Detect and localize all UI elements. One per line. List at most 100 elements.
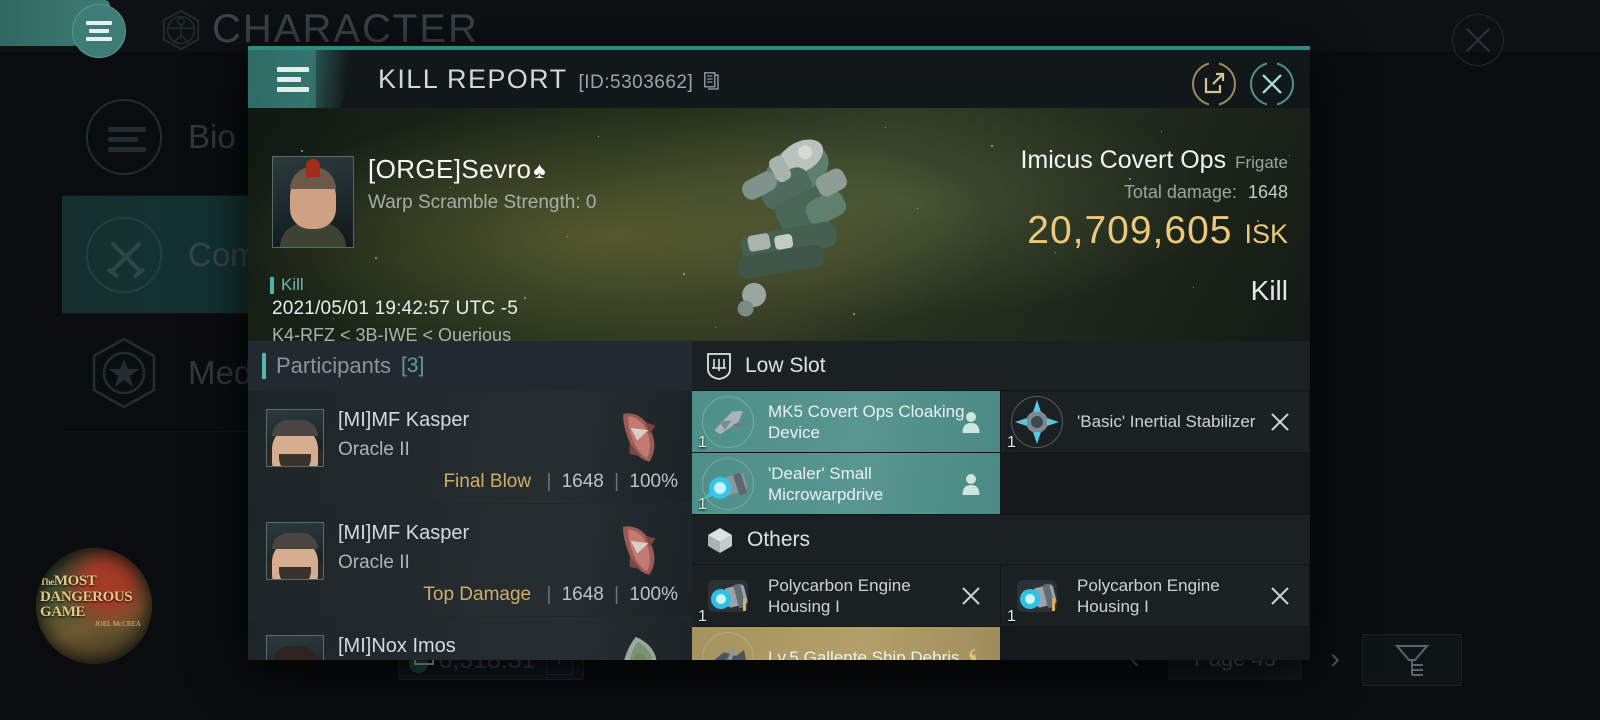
list-item[interactable]: 1 Polycarbon Engine Housing I	[1001, 565, 1310, 627]
participant-face-art	[267, 410, 323, 466]
total-damage-label: Total damage:	[1123, 182, 1237, 202]
item-name: Polycarbon Engine Housing I	[1077, 575, 1220, 616]
participant-portrait[interactable]: ★	[266, 635, 324, 660]
section-header-low-slot: Low Slot	[692, 341, 1310, 391]
participant-percent: 100%	[629, 584, 678, 605]
copy-icon[interactable]	[704, 71, 719, 90]
item-name: 'Dealer' Small Microwarpdrive	[768, 463, 884, 504]
participant-ship: Oracle II	[338, 439, 410, 460]
avatar-watermark-credit: JOEL McCREA	[95, 620, 141, 628]
participant-portrait[interactable]	[266, 409, 324, 467]
participant-stats: Final Blow | 1648 | 100%	[443, 471, 678, 492]
participant-tag: Top Damage	[423, 584, 532, 605]
hamburger-bar	[277, 86, 309, 92]
victim-ship-name: Imicus Covert Ops	[1020, 146, 1227, 174]
item-quantity: 1	[1007, 433, 1016, 451]
participants-header-bar	[262, 353, 266, 379]
close-button-ring	[1250, 61, 1294, 107]
victim-portrait[interactable]	[272, 156, 354, 248]
victim-ship-class: Frigate	[1235, 153, 1288, 172]
table-row[interactable]: ★ [MI]Nox Imos Vexor Navy Issue	[248, 617, 692, 660]
participants-panel: Participants [3] [MI]MF Kasper Oracle II	[248, 341, 692, 660]
avatar[interactable]: TheMOST DANGEROUS GAME JOEL McCREA	[36, 548, 152, 664]
next-page-button[interactable]: ›	[1320, 642, 1350, 676]
participant-name: [MI]MF Kasper	[338, 522, 470, 544]
participant-portrait[interactable]	[266, 522, 324, 580]
background-close-icon[interactable]	[1452, 14, 1504, 66]
inertial-stabilizer-icon: 1	[1007, 395, 1063, 451]
others-items: 1 Polycarbon Engine Housing I 1 Polycarb…	[692, 565, 1310, 660]
status-badge-label: Kill	[281, 275, 304, 294]
list-item[interactable]: 1 'Basic' Inertial Stabilizer	[1001, 391, 1310, 453]
section-header-others: Others	[692, 515, 1310, 565]
kill-timestamp: 2021/05/01 19:42:57 UTC -5	[272, 298, 519, 319]
victim-ship-summary: Imicus Covert Ops Frigate Total damage: …	[1020, 146, 1288, 307]
cube-box-icon	[708, 527, 732, 553]
wrench-icon	[960, 647, 982, 660]
low-slot-shield-icon	[707, 352, 731, 380]
total-damage-row: Total damage: 1648	[1020, 182, 1288, 203]
participant-name: [MI]MF Kasper	[338, 409, 470, 431]
participant-face-art	[267, 523, 323, 579]
filter-button[interactable]	[1362, 634, 1462, 686]
isk-currency: ISK	[1244, 219, 1288, 249]
item-quantity: 1	[698, 607, 707, 625]
item-quantity: 1	[698, 433, 707, 451]
x-icon	[1269, 411, 1291, 433]
hamburger-bar	[89, 29, 109, 33]
victim-ship-name-row: Imicus Covert Ops Frigate	[1020, 146, 1288, 175]
x-icon	[1269, 585, 1291, 607]
item-name: Polycarbon Engine Housing I	[768, 575, 911, 616]
share-external-button[interactable]	[1192, 61, 1236, 107]
list-item[interactable]: 1 Lv.5 Gallente Ship Debris	[692, 627, 1001, 660]
total-damage-value: 1648	[1247, 182, 1288, 202]
fitting-panel: Low Slot 1 MK5 Covert Ops Cloaking Devic…	[692, 341, 1310, 660]
engine-housing-icon: 1	[1007, 570, 1063, 625]
participants-count: [3]	[400, 354, 425, 377]
share-button-ring	[1192, 61, 1236, 107]
x-icon	[960, 585, 982, 607]
list-item[interactable]: 1 MK5 Covert Ops Cloaking Device	[692, 391, 1001, 453]
engine-housing-icon: 1	[698, 570, 754, 625]
participant-tag: Final Blow	[443, 471, 532, 492]
list-item[interactable]: 1 'Dealer' Small Microwarpdrive	[692, 453, 1001, 515]
person-icon	[960, 473, 982, 495]
participant-stats: Top Damage | 1648 | 100%	[423, 584, 678, 605]
list-item[interactable]: 1 Polycarbon Engine Housing I	[692, 565, 1001, 627]
item-icon-ring	[702, 395, 754, 448]
participant-name: [MI]Nox Imos	[338, 635, 456, 657]
hamburger-bar	[86, 37, 112, 41]
vexor-navy-issue-thumb-icon	[622, 636, 657, 660]
item-name: MK5 Covert Ops Cloaking Device	[768, 401, 965, 442]
victim-name-text: [ORGE]Sevro	[368, 154, 532, 184]
star-hex-icon	[86, 335, 162, 411]
participant-damage: 1648	[561, 584, 604, 605]
isk-value-row: 20,709,605 ISK	[1020, 209, 1288, 253]
table-row[interactable]: [MI]MF Kasper Oracle II Final Blow | 164…	[248, 391, 692, 504]
item-name: Lv.5 Gallente Ship Debris	[768, 648, 960, 660]
kill-report-hero: [ORGE]Sevro ♠ Warp Scramble Strength: 0 …	[248, 108, 1310, 341]
oracle-ii-thumb-icon	[623, 526, 656, 575]
cloaking-device-icon: 1	[698, 395, 754, 451]
background-hamburger-icon[interactable]	[72, 4, 126, 58]
item-quantity: 1	[1007, 607, 1016, 625]
participants-header-label: Participants	[276, 353, 391, 378]
kill-verdict: Kill	[1250, 275, 1288, 306]
close-button[interactable]	[1250, 61, 1294, 107]
crossed-swords-icon	[86, 216, 162, 293]
status-badge-bar	[270, 276, 274, 294]
person-icon	[960, 411, 982, 433]
participant-damage: 1648	[561, 471, 604, 492]
dialog-title-bar: KILL REPORT [ID:5303662]	[248, 50, 1310, 108]
section-title: Others	[747, 527, 811, 551]
list-item-empty	[1001, 627, 1310, 660]
victim-face-art	[273, 157, 353, 247]
table-row[interactable]: [MI]MF Kasper Oracle II Top Damage | 164…	[248, 504, 692, 617]
avatar-watermark-text: TheMOST DANGEROUS GAME	[40, 573, 133, 620]
warp-scramble-strength: Warp Scramble Strength: 0	[368, 192, 597, 213]
kill-location: K4-RFZ < 3B-IWE < Querious	[272, 325, 512, 341]
list-item-empty	[1001, 453, 1310, 515]
dialog-hamburger-icon[interactable]	[248, 50, 338, 108]
hamburger-bar	[86, 21, 112, 25]
low-slot-items: 1 MK5 Covert Ops Cloaking Device 1 'Basi…	[692, 391, 1310, 515]
